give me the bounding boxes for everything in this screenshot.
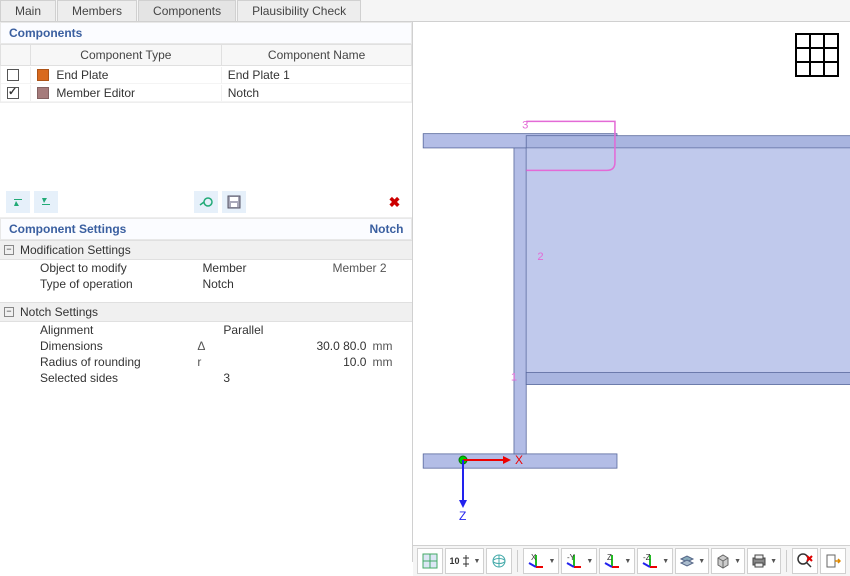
svg-text:Z: Z <box>459 509 466 520</box>
setting-value: 10.0 <box>223 355 372 369</box>
setting-value: Member <box>202 261 332 275</box>
components-title: Components <box>9 26 82 40</box>
settings-header: Component Settings Notch <box>0 218 412 240</box>
svg-text:3: 3 <box>523 120 529 132</box>
component-name: Notch <box>222 85 412 101</box>
setting-label: Object to modify <box>40 261 176 275</box>
setting-value: 3 <box>223 371 372 385</box>
setting-label: Radius of rounding <box>40 355 197 369</box>
table-row[interactable]: End Plate End Plate 1 <box>1 66 411 84</box>
collapse-icon[interactable]: − <box>4 307 14 317</box>
group-title: Notch Settings <box>20 305 98 319</box>
setting-symbol: r <box>197 355 223 369</box>
svg-text:X: X <box>531 553 537 562</box>
component-type: Member Editor <box>56 86 135 100</box>
group-header[interactable]: − Notch Settings <box>0 302 412 322</box>
setting-symbol: Δ <box>197 339 223 353</box>
svg-text:-Y: -Y <box>567 553 576 562</box>
components-header: Components <box>0 22 412 44</box>
tab-main[interactable]: Main <box>0 0 56 21</box>
svg-text:-Z: -Z <box>643 553 651 562</box>
world-view-button[interactable] <box>486 548 512 574</box>
left-panel: Components Component Type Component Name… <box>0 22 413 562</box>
3d-viewer[interactable]: 3 2 1 X Z <box>413 22 850 546</box>
color-swatch <box>37 69 49 81</box>
row-checkbox[interactable] <box>7 69 19 81</box>
col-type-header: Component Type <box>31 45 222 65</box>
col-name-header: Component Name <box>222 45 412 65</box>
group-title: Modification Settings <box>20 243 131 257</box>
setting-row[interactable]: Selected sides 3 <box>0 370 412 386</box>
components-table-body: End Plate End Plate 1 Member Editor Notc… <box>0 66 412 103</box>
setting-label: Dimensions <box>40 339 197 353</box>
components-table-header: Component Type Component Name <box>0 44 412 66</box>
view-x-button[interactable]: X ▼ <box>523 548 559 574</box>
setting-row[interactable]: Alignment Parallel <box>0 322 412 338</box>
print-button[interactable]: ▼ <box>747 548 781 574</box>
svg-text:X: X <box>515 453 523 467</box>
component-type: End Plate <box>56 68 108 82</box>
link-button[interactable] <box>194 191 218 213</box>
view-neg-y-button[interactable]: -Y ▼ <box>561 548 597 574</box>
setting-value: Notch <box>202 277 332 291</box>
tab-components[interactable]: Components <box>138 0 236 21</box>
setting-value2: Member 2 <box>332 261 412 275</box>
settings-title-left: Component Settings <box>9 222 126 236</box>
scale-button[interactable]: 10 ▼ <box>445 548 484 574</box>
view-cube-icon[interactable] <box>794 32 840 81</box>
view-neg-z-button[interactable]: -Z ▼ <box>637 548 673 574</box>
setting-value: Parallel <box>223 323 372 337</box>
setting-unit: mm <box>372 339 412 353</box>
axis-gizmo: X Z <box>443 440 523 523</box>
components-toolbar: ✖ <box>0 187 412 218</box>
settings-title-right: Notch <box>369 222 403 236</box>
svg-text:2: 2 <box>538 251 544 263</box>
setting-row[interactable]: Object to modify Member Member 2 <box>0 260 412 276</box>
save-button[interactable] <box>222 191 246 213</box>
setting-label: Type of operation <box>40 277 176 291</box>
table-row[interactable]: Member Editor Notch <box>1 84 411 102</box>
right-panel: 3 2 1 X Z <box>413 22 850 562</box>
setting-label: Alignment <box>40 323 197 337</box>
delete-button[interactable]: ✖ <box>383 191 407 213</box>
collapse-icon[interactable]: − <box>4 245 14 255</box>
move-up-button[interactable] <box>6 191 30 213</box>
component-name: End Plate 1 <box>222 67 412 83</box>
setting-row[interactable]: Type of operation Notch <box>0 276 412 292</box>
top-tabs: Main Members Components Plausibility Che… <box>0 0 850 22</box>
zoom-clear-button[interactable] <box>792 548 818 574</box>
settings-tree: − Modification Settings Object to modify… <box>0 240 412 562</box>
setting-row[interactable]: Radius of rounding r 10.0 mm <box>0 354 412 370</box>
setting-unit: mm <box>372 355 412 369</box>
cube-view-button[interactable]: ▼ <box>711 548 745 574</box>
tab-plausibility[interactable]: Plausibility Check <box>237 0 361 21</box>
color-swatch <box>37 87 49 99</box>
move-down-button[interactable] <box>34 191 58 213</box>
setting-label: Selected sides <box>40 371 197 385</box>
view-z-button[interactable]: Z ▼ <box>599 548 635 574</box>
export-button[interactable] <box>820 548 846 574</box>
svg-text:1: 1 <box>511 371 517 383</box>
svg-text:Z: Z <box>607 553 612 562</box>
setting-value: 30.0 80.0 <box>223 339 372 353</box>
grid-toggle-button[interactable] <box>417 548 443 574</box>
tab-members[interactable]: Members <box>57 0 137 21</box>
viewer-toolbar: 10 ▼ X ▼ -Y ▼ Z ▼ -Z ▼ <box>413 546 850 576</box>
layers-button[interactable]: ▼ <box>675 548 709 574</box>
group-header[interactable]: − Modification Settings <box>0 240 412 260</box>
setting-row[interactable]: Dimensions Δ 30.0 80.0 mm <box>0 338 412 354</box>
row-checkbox[interactable] <box>7 87 19 99</box>
